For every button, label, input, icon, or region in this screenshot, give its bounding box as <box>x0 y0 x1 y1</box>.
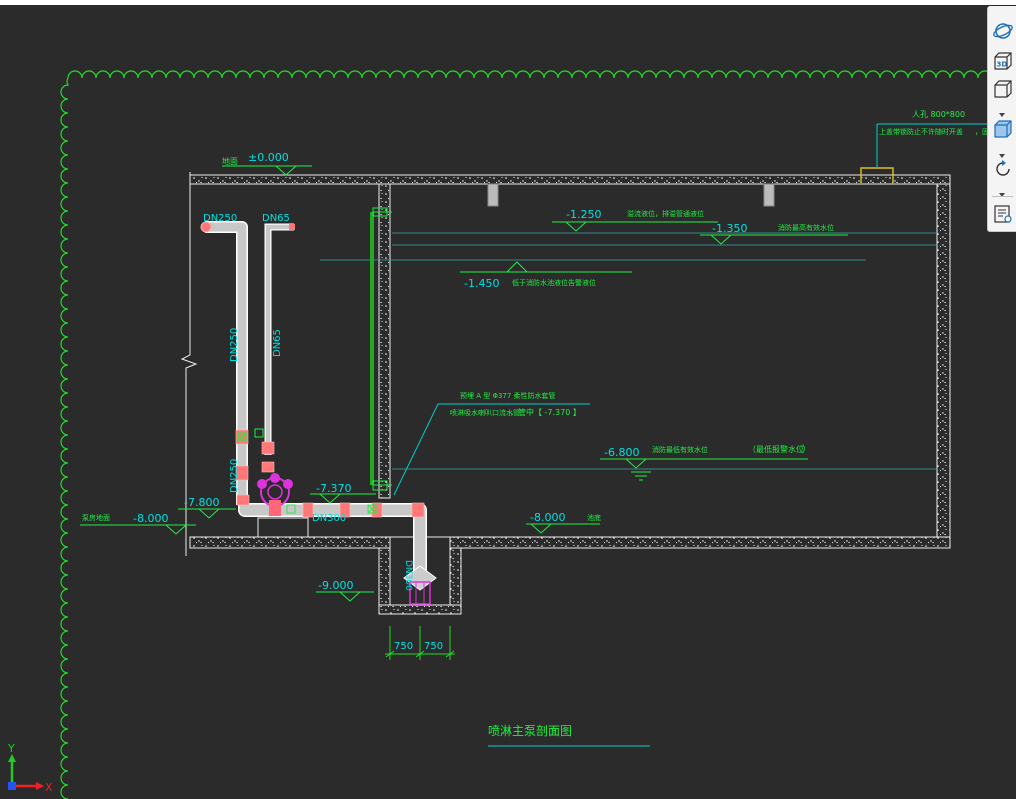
sump-elevation: -9.000 <box>318 579 353 592</box>
overflow-note: 溢流液位，排溢管通液位 <box>627 209 704 218</box>
dimension-left: 750 <box>394 641 413 652</box>
chevron-down-icon <box>999 193 1005 197</box>
rotate-icon <box>995 159 1010 176</box>
elevation-min-water: -6.800 消防最低有效水位 （最低报警水位 ） <box>600 444 811 481</box>
pipe-label-dn300-horizontal: DN300 <box>312 513 346 524</box>
ucs-x-label: X <box>45 781 53 794</box>
pipe-label-dn250-lower: DN250 <box>229 459 240 493</box>
ucs-icon <box>8 754 44 790</box>
rotate-dropdown-caret[interactable] <box>997 184 1007 197</box>
callout-line-3: ，管中【 -7.370 】 <box>510 407 581 417</box>
rotate-button[interactable] <box>990 156 1015 181</box>
low-elevation: -1.450 <box>464 277 499 290</box>
elevation-low-alarm: -1.450 低于消防水池液位告警液位 <box>460 261 632 290</box>
elevation-overflow: -1.250 溢流液位，排溢管通液位 <box>552 208 718 232</box>
ground-label: 地面 <box>222 156 238 166</box>
pool-floor-elevation: -8.000 <box>530 511 565 524</box>
roof-slab <box>189 174 951 185</box>
fire-elevation: -1.350 <box>712 222 747 235</box>
shaded-view-button[interactable] <box>990 116 1015 141</box>
roof-column <box>763 183 775 207</box>
callout-line-1: 预埋 A 型 Φ377 柔性防水套管 <box>460 391 556 400</box>
properties-list-icon <box>993 204 1012 223</box>
elevation-sump-floor: -9.000 <box>316 579 374 602</box>
sump-left-wall <box>378 547 391 615</box>
sump-right-wall <box>449 547 462 615</box>
toolbar-divider <box>992 196 1013 197</box>
elevation-ground: 地面 ±0.000 <box>222 151 312 176</box>
floor-slab-left <box>189 536 391 549</box>
cad-drawing-canvas[interactable]: 人孔 800*800 上盖带锁防止不许随时开盖 ，固锁 DN250 DN65 D… <box>0 5 1016 799</box>
right-wall <box>936 183 951 538</box>
view-navigation-toolbar: 3D <box>987 6 1016 232</box>
pool-floor-label: 池底 <box>587 513 601 522</box>
pipe-label-dn65-top: DN65 <box>262 213 290 224</box>
valve-marks <box>237 428 377 514</box>
pipe-sleeve-callout: 预埋 A 型 Φ377 柔性防水套管 喷淋吸水喇叭口流水管 ，管中【 -7.37… <box>393 391 590 496</box>
dimension-right: 750 <box>424 641 443 652</box>
wireframe-dropdown-caret[interactable] <box>997 104 1007 117</box>
pipe-label-dn250-vertical: DN250 <box>229 328 240 362</box>
roof-column <box>487 183 499 207</box>
overflow-elevation: -1.250 <box>566 208 601 221</box>
ucs-y-label: Y <box>7 742 15 755</box>
partition-wall <box>378 183 391 499</box>
floor-slab-right <box>449 536 951 549</box>
drawing-title: 喷淋主泵剖面图 <box>488 724 572 738</box>
pipe-label-dn250-top: DN250 <box>203 213 237 224</box>
water-note-2-close: ） <box>802 444 811 455</box>
wireframe-cube-icon <box>993 79 1012 98</box>
orbit-button[interactable] <box>990 18 1015 43</box>
elevation-pump: -7.800 <box>178 496 236 519</box>
pumproom-label: 泵房地面 <box>82 513 110 522</box>
pumproom-elevation: -8.000 <box>133 512 168 525</box>
pump-elevation: -7.800 <box>184 496 219 509</box>
elevation-pool-floor: -8.000 池底 <box>526 511 601 534</box>
water-note: 消防最低有效水位 <box>652 445 708 454</box>
pipe-label-dn300-vertical: DN300 <box>403 560 413 591</box>
view-3d-button[interactable]: 3D <box>990 48 1015 73</box>
pool-walls <box>189 174 951 615</box>
ground-elevation: ±0.000 <box>248 151 289 164</box>
pipe-elevation: -7.370 <box>316 482 351 495</box>
fire-note: 消防最高有效水位 <box>778 223 834 232</box>
water-elevation: -6.800 <box>604 446 639 459</box>
manhole-note: 上盖带锁防止不许随时开盖 <box>879 127 963 136</box>
view-3d-label: 3D <box>996 60 1007 68</box>
sump-floor <box>378 604 462 615</box>
wireframe-view-button[interactable] <box>990 76 1015 101</box>
manhole-label: 人孔 800*800 <box>912 110 965 119</box>
elevation-pumproom-floor: 泵房地面 -8.000 <box>80 512 196 535</box>
shaded-cube-icon <box>993 119 1012 138</box>
water-note-2: （最低报警水位 <box>748 444 804 454</box>
view-3d-icon: 3D <box>993 51 1012 70</box>
properties-button[interactable] <box>990 201 1015 226</box>
shaded-dropdown-caret[interactable] <box>997 145 1007 158</box>
elevation-pipe-center: -7.370 <box>310 482 376 504</box>
orbit-icon <box>992 22 1013 39</box>
pipe-label-dn65-vertical: DN65 <box>272 329 283 357</box>
low-note: 低于消防水池液位告警液位 <box>512 278 596 287</box>
